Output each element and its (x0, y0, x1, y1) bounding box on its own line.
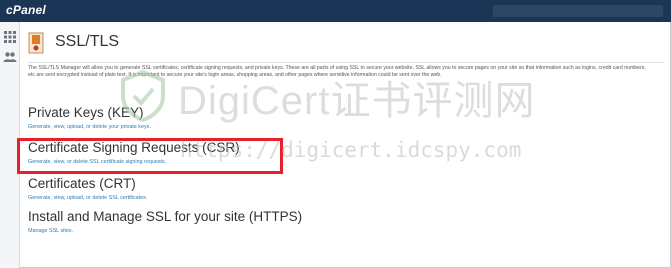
section-private-keys: Private Keys (KEY) Generate, view, uploa… (28, 105, 151, 130)
top-bar-search-strip (493, 5, 663, 17)
section-link-certificates[interactable]: Generate, view, upload, or delete SSL ce… (28, 195, 147, 201)
cpanel-logo[interactable]: cPanel (6, 3, 46, 17)
section-certificates: Certificates (CRT) Generate, view, uploa… (28, 176, 147, 201)
section-title-certificates[interactable]: Certificates (CRT) (28, 176, 147, 192)
certificate-icon (28, 32, 44, 54)
page-title: SSL/TLS (55, 33, 120, 50)
header-divider (28, 62, 664, 63)
section-title-private-keys[interactable]: Private Keys (KEY) (28, 105, 151, 121)
section-title-install-ssl[interactable]: Install and Manage SSL for your site (HT… (28, 209, 302, 225)
section-link-install-ssl[interactable]: Manage SSL sites. (28, 228, 302, 234)
section-link-private-keys[interactable]: Generate, view, upload, or delete your p… (28, 124, 151, 130)
grid-icon[interactable] (3, 30, 17, 44)
csr-highlight-box (17, 138, 283, 174)
section-install-ssl: Install and Manage SSL for your site (HT… (28, 209, 302, 234)
page-description: The SSL/TLS Manager will allow you to ge… (28, 65, 646, 78)
users-icon[interactable] (3, 50, 17, 64)
top-bar: cPanel (0, 0, 671, 22)
